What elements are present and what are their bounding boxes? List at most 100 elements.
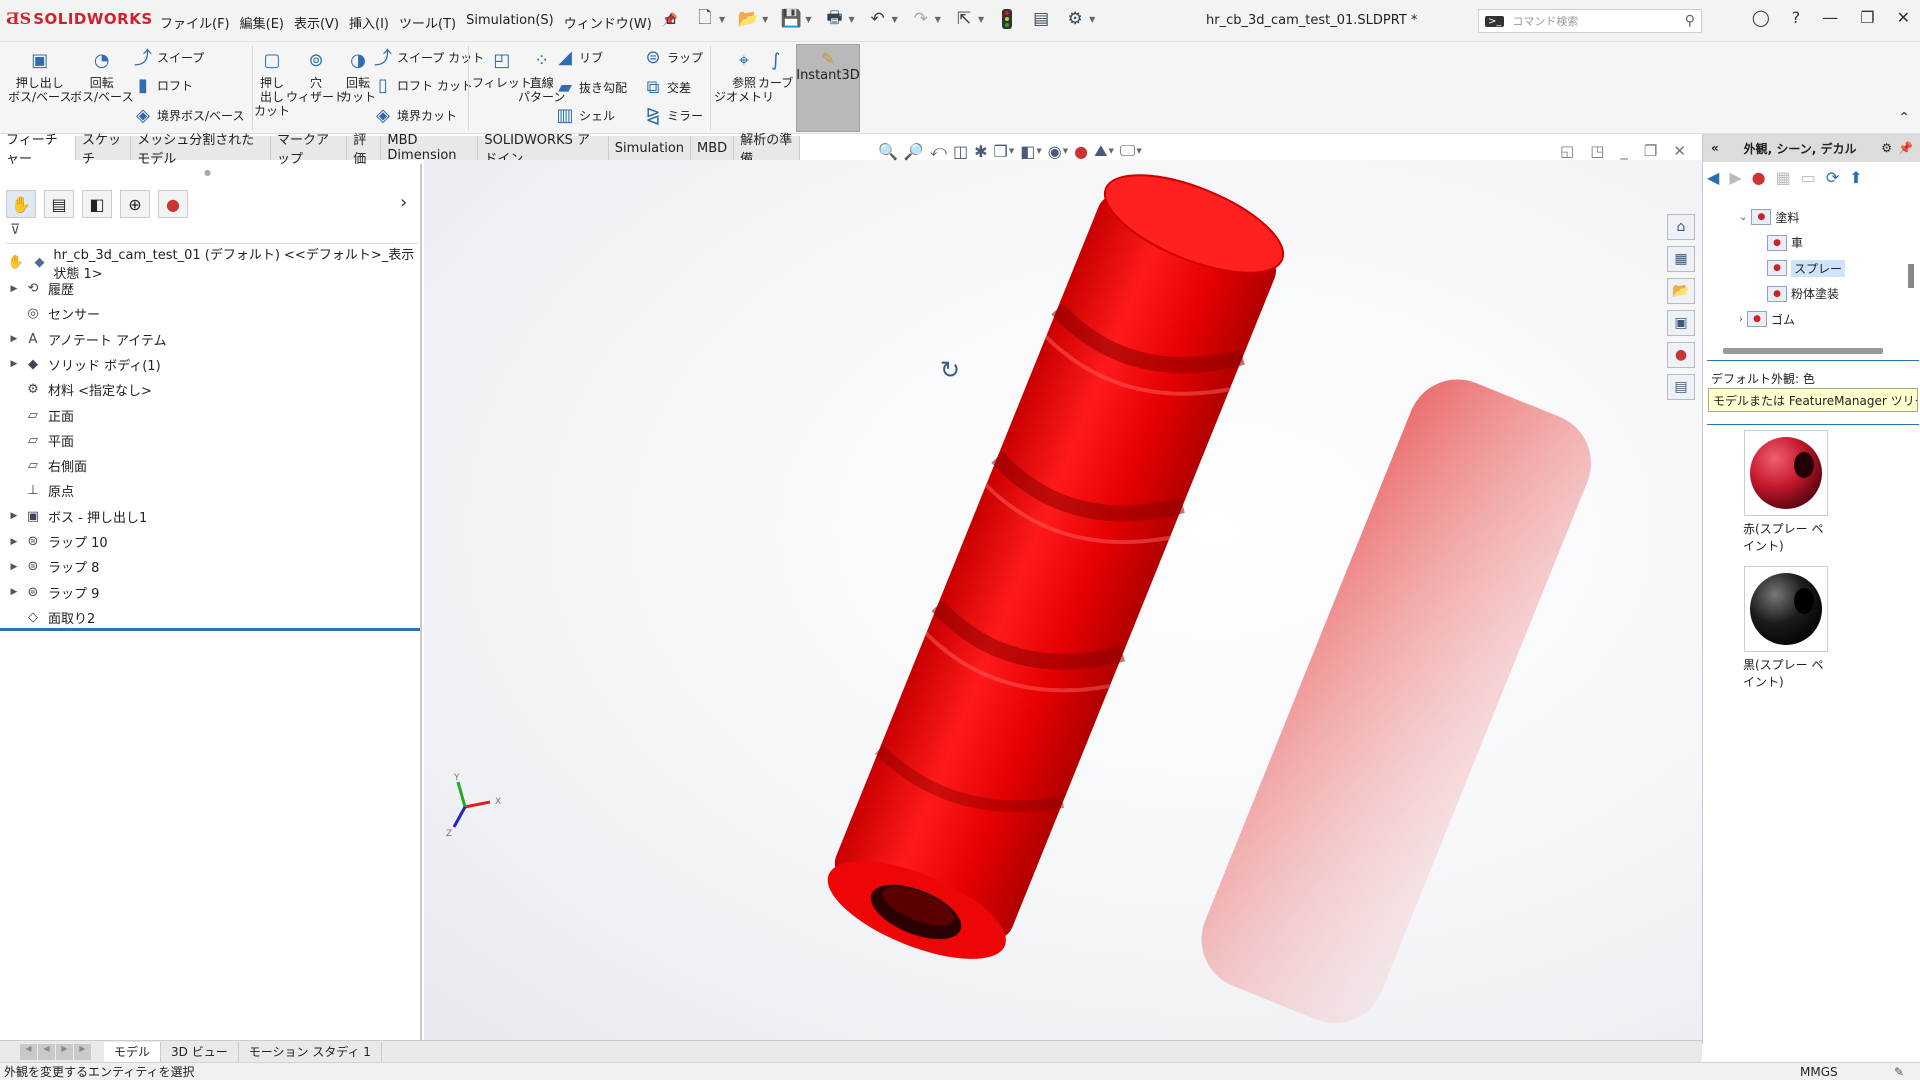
view-palette-icon[interactable]: ▣ — [1667, 310, 1695, 336]
minimize-button[interactable]: — — [1822, 8, 1838, 27]
tree-item[interactable]: ▶ ◆ ソリッド ボディ(1) — [6, 352, 161, 377]
graphics-area[interactable]: ↻ X Y Z — [424, 160, 1702, 1040]
chevron-down-icon[interactable]: ▼ — [1109, 147, 1114, 155]
chevron-down-icon[interactable]: ▼ — [935, 15, 941, 24]
collapse-pane-icon[interactable]: « — [1711, 141, 1719, 155]
boundary-boss-button[interactable]: ◈ 境界ボス/ベース — [134, 105, 244, 126]
command-search-input[interactable]: >_ コマンド検索 ⚲ — [1478, 9, 1702, 33]
dynamic-annotation-icon[interactable]: ✱ — [974, 142, 987, 161]
viewport-restore-icon[interactable]: ❐ — [1644, 142, 1657, 160]
tab-sketch[interactable]: スケッチ — [76, 133, 132, 167]
viewport-minimize-icon[interactable]: _ — [1620, 142, 1628, 160]
open-icon[interactable]: 📂 — [737, 8, 759, 30]
chevron-down-icon[interactable]: ▼ — [1089, 15, 1095, 24]
vertical-scrollbar[interactable] — [1908, 264, 1914, 288]
help-icon[interactable]: ? — [1792, 8, 1801, 27]
home-icon[interactable]: ⌂ — [660, 8, 682, 30]
back-icon[interactable]: ◀ — [1707, 168, 1719, 187]
solidworks-logo[interactable]: ƋS SOLIDWORKS — [6, 9, 153, 28]
unit-system[interactable]: MMGS — [1800, 1065, 1838, 1079]
menu-window[interactable]: ウィンドウ(W) — [564, 13, 652, 32]
expand-arrow-icon[interactable]: ▶ — [6, 587, 22, 597]
last-tab-icon[interactable]: ▶ — [74, 1043, 92, 1060]
undo-icon[interactable]: ↶ — [867, 8, 889, 30]
tree-item[interactable]: ◇ 面取り2 — [6, 605, 95, 630]
pin-pane-icon[interactable]: 📌 — [1898, 141, 1913, 155]
tab-markup[interactable]: マークアップ — [270, 133, 348, 167]
property-manager-tab-icon[interactable]: ▤ — [44, 190, 74, 218]
wrap-button[interactable]: ⊜ ラップ — [644, 47, 703, 68]
first-tab-icon[interactable]: ◀ — [20, 1043, 38, 1060]
chevron-down-icon[interactable]: ⌄ — [1739, 212, 1747, 223]
revolve-boss-button[interactable]: ◔ 回転 ボス/ベース — [70, 48, 133, 105]
hide-show-icon[interactable]: ◉ — [1048, 142, 1062, 161]
tree-item[interactable]: ◎ センサー — [6, 301, 100, 326]
tab-mesh-model[interactable]: メッシュ分割されたモデル — [131, 133, 271, 167]
swatch-red-spray[interactable]: 赤(スプレー ペイント) — [1743, 430, 1829, 554]
chevron-down-icon[interactable]: ▼ — [1036, 147, 1041, 155]
file-properties-icon[interactable]: ▤ — [1030, 8, 1052, 30]
tree-item[interactable]: ⚙ 材料 <指定なし> — [6, 377, 152, 402]
file-explorer-icon[interactable]: 📂 — [1667, 278, 1695, 304]
tree-item[interactable]: ▱ 平面 — [6, 428, 74, 453]
swatch-black-spray[interactable]: 黒(スプレー ペイント) — [1743, 566, 1829, 690]
tree-item[interactable]: ▶ ⊜ ラップ 9 — [6, 580, 100, 605]
edit-appearance-icon[interactable]: ● — [1074, 142, 1088, 161]
dimxpert-tab-icon[interactable]: ⊕ — [120, 190, 150, 218]
tree-item[interactable]: ▶ ⊜ ラップ 8 — [6, 554, 100, 579]
chevron-down-icon[interactable]: ▼ — [1136, 147, 1141, 155]
restore-button[interactable]: ❐ — [1860, 8, 1874, 27]
view-settings-icon[interactable]: 🖵 — [1120, 141, 1135, 161]
intersect-button[interactable]: ⧉ 交差 — [644, 77, 691, 98]
tab-3d-views[interactable]: 3D ビュー — [161, 1041, 239, 1062]
tab-simulation[interactable]: Simulation — [608, 136, 692, 160]
select-icon[interactable]: ⇱ — [953, 8, 975, 30]
chevron-down-icon[interactable]: ▼ — [762, 15, 768, 24]
redo-icon[interactable]: ↷ — [910, 8, 932, 30]
tile-view-icon[interactable]: ◱ — [1560, 142, 1574, 160]
apply-scene-icon[interactable]: ⛰ — [1094, 141, 1107, 161]
forward-icon[interactable]: ▶ — [1729, 168, 1741, 187]
refresh-icon[interactable]: ⟳ — [1826, 168, 1839, 187]
new-document-icon[interactable]: 🗋 — [694, 8, 716, 30]
expand-arrow-icon[interactable]: ▶ — [6, 562, 22, 572]
chevron-down-icon[interactable]: ▼ — [848, 15, 854, 24]
pane-settings-icon[interactable]: ⚙ — [1881, 141, 1892, 155]
cam-cylinder[interactable] — [815, 160, 1295, 979]
boundary-cut-button[interactable]: ◈ 境界カット — [374, 105, 457, 126]
sweep-button[interactable]: ⤴ スイープ — [134, 48, 204, 69]
expand-arrow-icon[interactable]: ▶ — [6, 511, 22, 521]
tree-item[interactable]: ▶ ▣ ボス - 押し出し1 — [6, 504, 148, 529]
print-icon[interactable]: 🖶 — [823, 8, 845, 30]
tab-analysis-prep[interactable]: 解析の準備 — [734, 133, 800, 167]
collapse-ribbon-icon[interactable]: ⌃ — [1898, 110, 1910, 126]
appearance-folder[interactable]: ● スプレー — [1767, 257, 1846, 279]
extrude-cut-button[interactable]: ▢ 押し 出し カット — [254, 48, 290, 119]
chevron-right-icon[interactable]: › — [400, 192, 407, 213]
curves-button[interactable]: ∫ カーブ — [758, 48, 793, 91]
tree-item[interactable]: ▱ 正面 — [6, 403, 74, 428]
add-folder-icon[interactable]: ▭ — [1801, 168, 1816, 187]
menu-file[interactable]: ファイル(F) — [160, 13, 230, 32]
tree-item[interactable]: ▶ ⟲ 履歴 — [6, 276, 74, 301]
instant3d-button[interactable]: ✎ Instant3D — [796, 44, 860, 132]
expand-arrow-icon[interactable]: ▶ — [6, 537, 22, 547]
display-manager-tab-icon[interactable]: ● — [158, 190, 188, 218]
appearance-folder[interactable]: ● 車 — [1767, 232, 1803, 254]
tab-evaluate[interactable]: 評価 — [347, 133, 382, 167]
appearance-folder[interactable]: › ● ゴム — [1739, 308, 1795, 330]
delete-library-icon[interactable]: ▦ — [1776, 168, 1791, 187]
solidworks-resources-icon[interactable]: ⌂ — [1667, 214, 1695, 240]
appearance-menu-icon[interactable]: ● — [1752, 168, 1766, 187]
prev-tab-icon[interactable]: ◀ — [38, 1043, 56, 1060]
chevron-down-icon[interactable]: ▼ — [978, 15, 984, 24]
tree-item[interactable]: ▶ ⊜ ラップ 10 — [6, 529, 108, 554]
zoom-to-area-icon[interactable]: 🔎 — [904, 142, 924, 161]
tree-item[interactable]: ▶ A アノテート アイテム — [6, 327, 167, 352]
tree-filter[interactable]: ⊽ — [6, 222, 418, 244]
chevron-down-icon[interactable]: ▼ — [719, 15, 725, 24]
next-tab-icon[interactable]: ▶ — [56, 1043, 74, 1060]
chevron-down-icon[interactable]: ▼ — [892, 15, 898, 24]
menu-edit[interactable]: 編集(E) — [240, 13, 284, 32]
extrude-boss-button[interactable]: ▣ 押し出し ボス/ベース — [8, 48, 71, 105]
